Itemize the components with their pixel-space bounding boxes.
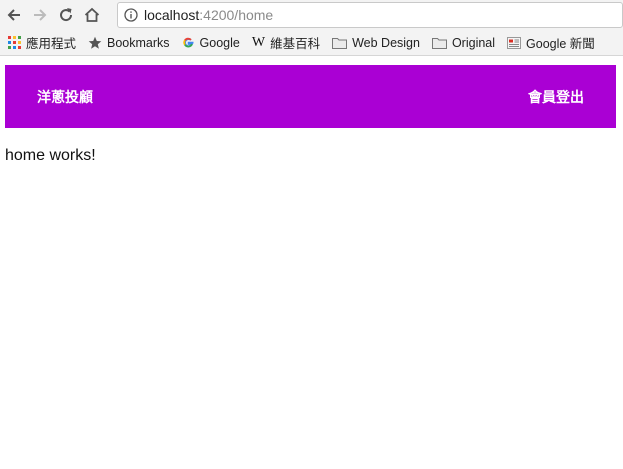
folder-icon — [332, 37, 348, 49]
home-button[interactable] — [80, 3, 104, 27]
bookmark-apps[interactable]: 應用程式 — [8, 33, 76, 52]
bookmark-google-news[interactable]: Google 新聞 — [507, 33, 595, 52]
app-navbar: 洋蔥投顧 會員登出 — [5, 65, 616, 128]
home-content-text: home works! — [5, 147, 96, 164]
brand-link[interactable]: 洋蔥投顧 — [37, 87, 93, 107]
star-icon — [88, 36, 102, 50]
google-g-icon — [182, 36, 195, 49]
bookmark-label: Google — [199, 35, 240, 50]
url-path: :4200/home — [199, 7, 274, 23]
bookmark-bookmarks[interactable]: Bookmarks — [88, 36, 170, 50]
bookmark-label: Google 新聞 — [526, 37, 595, 51]
bookmarks-bar: 應用程式 Bookmarks Google W 維基百科 Web Design … — [0, 30, 623, 56]
info-icon[interactable] — [124, 8, 138, 22]
home-icon — [84, 7, 100, 22]
news-icon — [507, 36, 522, 49]
browser-toolbar: localhost:4200/home — [0, 0, 623, 30]
bookmark-label: 維基百科 — [270, 37, 321, 51]
reload-icon — [60, 8, 73, 22]
arrow-left-icon — [7, 9, 20, 21]
bookmark-original[interactable]: Original — [431, 35, 496, 50]
folder-icon — [431, 37, 447, 49]
url-host: localhost — [144, 7, 200, 23]
address-bar[interactable]: localhost:4200/home — [117, 2, 623, 28]
logout-link[interactable]: 會員登出 — [528, 87, 584, 107]
back-button[interactable] — [2, 3, 26, 27]
bookmark-label: Web Design — [352, 35, 420, 50]
bookmark-label: Original — [451, 35, 496, 50]
bookmark-label: 應用程式 — [26, 37, 77, 51]
bookmark-label: Bookmarks — [107, 35, 170, 50]
bookmark-wikipedia[interactable]: W 維基百科 — [252, 33, 320, 52]
apps-grid-icon — [8, 36, 21, 49]
arrow-right-icon — [34, 9, 47, 21]
forward-button[interactable] — [28, 3, 52, 27]
reload-button[interactable] — [54, 3, 78, 27]
wikipedia-w-icon: W — [251, 34, 266, 50]
bookmark-web-design[interactable]: Web Design — [332, 36, 420, 50]
bookmark-google[interactable]: Google — [182, 36, 240, 50]
